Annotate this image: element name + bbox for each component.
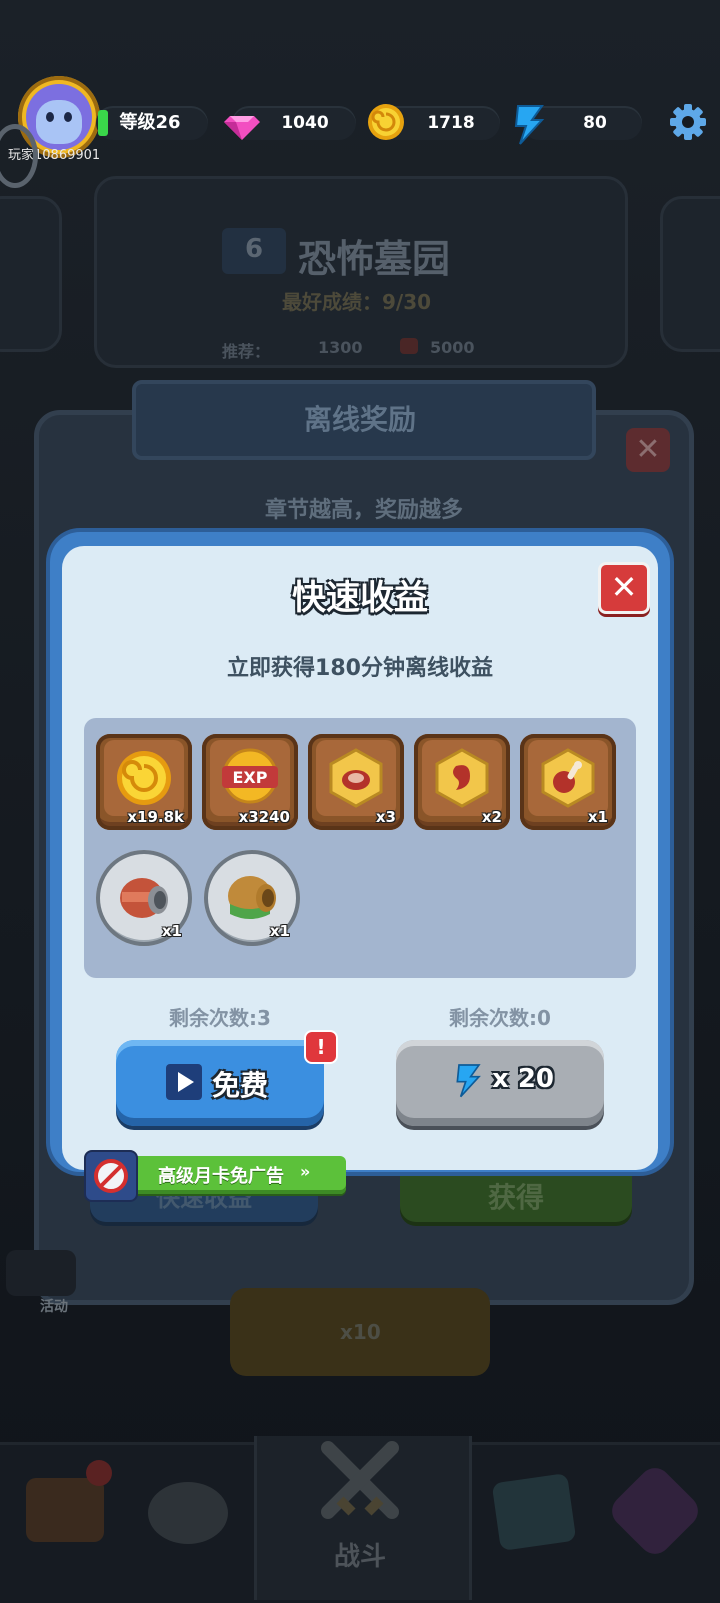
alert-badge-icon: ! xyxy=(304,1030,338,1064)
reward-item[interactable]: x1 xyxy=(520,734,616,830)
free-button-label: 免费 xyxy=(212,1069,269,1102)
chapter-name: 恐怖墓园 xyxy=(298,237,451,281)
chapter-card-left-edge xyxy=(0,196,62,352)
activity-icon[interactable] xyxy=(6,1250,76,1296)
level-progress-bar xyxy=(98,110,108,136)
red-gauntlet-icon xyxy=(120,878,168,918)
crossed-swords-icon xyxy=(310,1430,410,1530)
bone-meat-icon xyxy=(541,748,595,808)
chapter-best-record: 最好成绩：9/30 xyxy=(282,290,432,314)
no-ads-icon xyxy=(84,1150,138,1202)
free-remaining: 剩余次数:3 xyxy=(169,1006,271,1030)
heart-icon xyxy=(400,338,418,354)
nav-shop-icon[interactable] xyxy=(26,1478,104,1542)
dialog-title: 快速收益 xyxy=(292,578,428,618)
offline-reward-title: 离线奖励 xyxy=(303,403,416,436)
reward-item[interactable]: x1 xyxy=(96,850,192,946)
level-label: 等级26 xyxy=(119,112,181,133)
nav-cards-icon[interactable] xyxy=(491,1473,577,1551)
exp-badge-icon: EXP xyxy=(222,748,278,804)
reward-count: x19.8k xyxy=(127,808,184,826)
vip-banner-label: 高级月卡免广告 xyxy=(158,1166,284,1187)
chapter-number: 6 xyxy=(244,234,264,264)
reward-count: x3 xyxy=(375,808,396,826)
paid-remaining: 剩余次数:0 xyxy=(449,1006,551,1030)
offline-claim-label: 获得 xyxy=(487,1181,544,1214)
reward-item[interactable]: EXP x3240 xyxy=(202,734,298,830)
energy-cost-label: x 20 xyxy=(492,1064,555,1094)
close-icon[interactable]: ✕ xyxy=(598,562,650,614)
coin-count: 1718 xyxy=(427,113,475,133)
video-play-icon xyxy=(166,1064,202,1100)
reward-item[interactable]: x3 xyxy=(308,734,404,830)
recommend-label: 推荐： xyxy=(222,342,271,361)
gem-count: 1040 xyxy=(281,113,329,133)
chapter-card-right-edge xyxy=(660,196,720,352)
reward-count: x1 xyxy=(269,922,290,940)
chapter-reward-value: 5000 xyxy=(430,338,475,357)
green-gauntlet-icon xyxy=(228,876,276,919)
nav-alert-badge-icon xyxy=(86,1460,112,1486)
nav-battle-label: 战斗 xyxy=(333,1542,386,1572)
meat-material-icon xyxy=(329,748,383,808)
arrow-right-icon: » xyxy=(300,1162,311,1181)
bean-material-icon xyxy=(435,748,489,808)
offline-reward-subtitle: 章节越高，奖励越多 xyxy=(264,498,463,523)
reward-count: x3240 xyxy=(238,808,290,826)
settings-gear-icon[interactable] xyxy=(668,102,708,142)
reward-item[interactable]: x2 xyxy=(414,734,510,830)
reward-count: x1 xyxy=(587,808,608,826)
offline-close-icon[interactable]: ✕ xyxy=(626,428,670,472)
reward-count: x1 xyxy=(161,922,182,940)
reward-count: x2 xyxy=(481,808,502,826)
dim-action-cost: x10 xyxy=(340,1320,381,1344)
nav-equipment-icon[interactable] xyxy=(148,1482,228,1544)
energy-icon xyxy=(454,1060,484,1100)
gem-icon xyxy=(222,104,262,144)
activity-label: 活动 xyxy=(40,1299,68,1315)
dialog-subtitle: 立即获得180分钟离线收益 xyxy=(227,656,493,681)
gold-coin-icon xyxy=(117,751,171,805)
coin-icon xyxy=(366,102,406,142)
energy-icon xyxy=(512,102,548,146)
recommend-power: 1300 xyxy=(318,338,363,357)
energy-count: 80 xyxy=(583,113,607,133)
reward-item[interactable]: x19.8k xyxy=(96,734,192,830)
reward-item[interactable]: x1 xyxy=(204,850,300,946)
svg-text:EXP: EXP xyxy=(233,768,268,787)
